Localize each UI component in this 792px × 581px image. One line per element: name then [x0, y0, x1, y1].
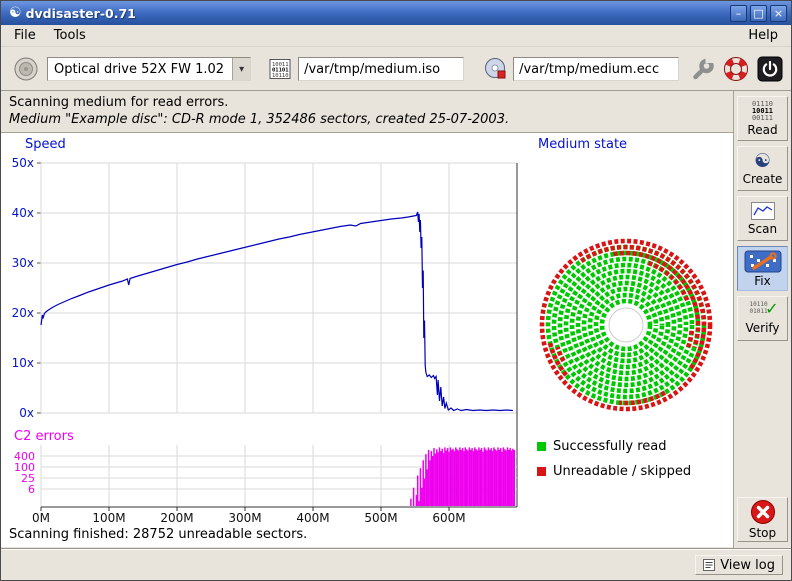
green-swatch: [537, 442, 546, 451]
checkmark-icon: ✓: [765, 299, 778, 318]
svg-text:300M: 300M: [228, 511, 261, 525]
create-label: Create: [743, 172, 783, 186]
scan-result-status: Scanning finished: 28752 unreadable sect…: [9, 527, 307, 542]
fix-button[interactable]: Fix: [737, 246, 788, 291]
menubar: File Tools Help: [1, 25, 791, 47]
iso-file-icon: 10011 01101 10110: [267, 56, 293, 82]
svg-text:10110: 10110: [272, 73, 289, 79]
window-title: dvdisaster-0.71: [26, 6, 727, 21]
log-list-icon: [703, 559, 715, 571]
drive-icon: [13, 56, 39, 82]
main-area: Scanning medium for read errors. Medium …: [1, 91, 733, 548]
yin-yang-icon: ☯: [754, 151, 771, 171]
legend-successfully-read: Successfully read: [537, 439, 666, 454]
create-button[interactable]: ☯ Create: [737, 146, 788, 191]
wrench-icon: [689, 56, 715, 82]
lifebuoy-icon: [723, 56, 749, 82]
drive-select-value: Optical drive 52X FW 1.02: [48, 62, 232, 77]
app-icon: ☯: [9, 6, 22, 20]
status-line-1: Scanning medium for read errors.: [9, 95, 733, 110]
view-log-button[interactable]: View log: [695, 555, 783, 575]
help-button[interactable]: [723, 56, 749, 82]
toolbar: Optical drive 52X FW 1.02 ▾ 10011 01101 …: [1, 48, 791, 91]
red-swatch: [537, 467, 546, 476]
verify-label: Verify: [745, 321, 779, 335]
titlebar[interactable]: ☯ dvdisaster-0.71 – □ ×: [1, 1, 791, 25]
svg-text:600M: 600M: [432, 511, 465, 525]
menu-file[interactable]: File: [5, 26, 45, 45]
stop-label: Stop: [749, 526, 776, 540]
legend-unreadable: Unreadable / skipped: [537, 464, 691, 479]
menu-tools[interactable]: Tools: [45, 26, 95, 45]
svg-text:30x: 30x: [12, 256, 34, 270]
chevron-down-icon: ▾: [232, 58, 250, 80]
close-button[interactable]: ×: [770, 5, 787, 22]
menu-help[interactable]: Help: [739, 26, 787, 45]
scan-button[interactable]: Scan: [737, 196, 788, 241]
scan-label: Scan: [748, 222, 777, 236]
ecc-file-icon: [482, 56, 508, 82]
status-line-2: Medium "Example disc": CD-R mode 1, 3524…: [9, 112, 733, 127]
svg-text:400M: 400M: [296, 511, 329, 525]
status-header: Scanning medium for read errors. Medium …: [1, 91, 733, 133]
medium-state-title: Medium state: [538, 137, 627, 152]
speed-c2-chart: 50x 40x 30x 20x 10x 0x 0M 100M 200M 300M 400M 500M 6…: [1, 151, 531, 535]
chart-icon: [751, 202, 775, 221]
legend-label-unreadable: Unreadable / skipped: [553, 464, 691, 479]
minimize-button[interactable]: –: [730, 5, 747, 22]
stop-button[interactable]: Stop: [737, 497, 788, 542]
iso-path-input[interactable]: [298, 57, 464, 81]
svg-text:40x: 40x: [12, 206, 34, 220]
fix-label: Fix: [754, 274, 770, 288]
app-window: ☯ dvdisaster-0.71 – □ × File Tools Help …: [0, 0, 792, 581]
svg-text:20x: 20x: [12, 306, 34, 320]
svg-text:50x: 50x: [12, 156, 34, 170]
chart-panel: Speed Medium state C2 errors 50x40x30x20…: [1, 133, 733, 547]
speed-chart-title: Speed: [25, 137, 66, 152]
preferences-button[interactable]: [689, 56, 715, 82]
binary-icon: 01110 10011 00111: [752, 101, 773, 122]
fix-tool-icon: [744, 250, 782, 273]
drive-select[interactable]: Optical drive 52X FW 1.02 ▾: [47, 57, 251, 81]
power-icon: [757, 56, 783, 82]
view-log-label: View log: [720, 558, 775, 573]
verify-check-icon: 10110 01011 ✓: [748, 302, 778, 320]
verify-button[interactable]: 10110 01011 ✓ Verify: [737, 296, 788, 341]
svg-text:0x: 0x: [19, 406, 34, 420]
svg-text:6: 6: [28, 483, 35, 496]
bottom-bar: View log: [1, 548, 791, 581]
svg-text:500M: 500M: [364, 511, 397, 525]
read-label: Read: [747, 123, 777, 137]
svg-text:200M: 200M: [160, 511, 193, 525]
medium-state-disc: [534, 233, 718, 417]
svg-text:10x: 10x: [12, 356, 34, 370]
read-button[interactable]: 01110 10011 00111 Read: [737, 96, 788, 141]
svg-text:0M: 0M: [32, 511, 50, 525]
quit-button[interactable]: [757, 56, 783, 82]
ecc-path-input[interactable]: [513, 57, 679, 81]
maximize-button[interactable]: □: [750, 5, 767, 22]
stop-x-icon: [750, 499, 776, 525]
legend-label-read: Successfully read: [553, 439, 666, 454]
action-sidebar: 01110 10011 00111 Read ☯ Create Scan: [733, 91, 791, 548]
svg-text:100M: 100M: [92, 511, 125, 525]
drive-icon-button[interactable]: [13, 56, 39, 82]
